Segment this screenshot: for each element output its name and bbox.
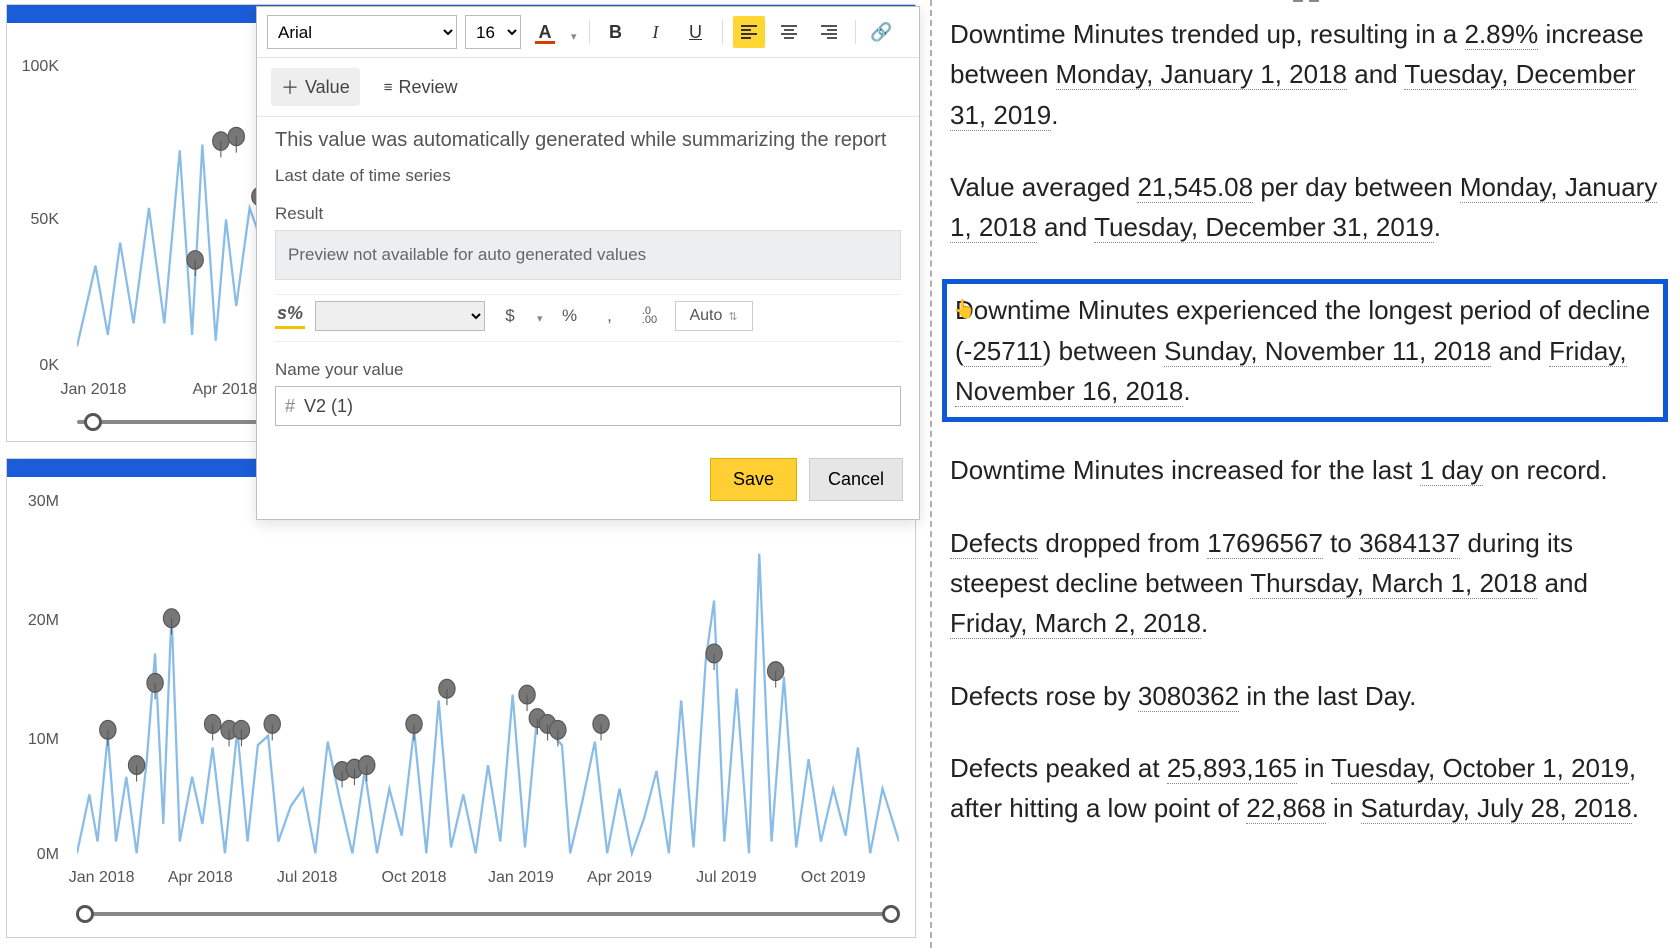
cancel-button[interactable]: Cancel	[809, 458, 903, 501]
value-token[interactable]: 3080362	[1138, 681, 1239, 712]
chevron-down-icon[interactable]: ▾	[535, 312, 545, 325]
slider-handle-right[interactable]	[882, 905, 900, 923]
value-token[interactable]: Thursday, March 1, 2018	[1250, 568, 1537, 599]
y-tick: 100K	[7, 58, 59, 76]
value-token[interactable]: 25,893,165	[1167, 753, 1297, 784]
app-root: 100K 50K 0K	[0, 0, 1680, 948]
save-button[interactable]: Save	[710, 458, 797, 501]
summary-line-selected[interactable]: 👆 Downtime Minutes experienced the longe…	[942, 279, 1668, 422]
dialog-body: This value was automatically generated w…	[257, 117, 919, 444]
align-right-button[interactable]	[813, 16, 845, 48]
value-token[interactable]: Tuesday, December 31, 2019	[1094, 212, 1434, 243]
tab-review-label: Review	[398, 77, 457, 98]
value-token[interactable]: -25711	[964, 336, 1043, 367]
italic-button[interactable]: I	[640, 16, 672, 48]
value-token[interactable]: Tuesday, October 1, 2019	[1331, 753, 1629, 784]
ts-svg-2	[77, 489, 899, 865]
percent-button[interactable]: %	[555, 302, 585, 330]
value-token[interactable]: Friday, March 2, 2018	[950, 608, 1201, 639]
anomaly-dots-2	[100, 609, 784, 788]
time-slider-chart2[interactable]	[77, 903, 899, 923]
summary-line[interactable]: Defects peaked at 25,893,165 in Tuesday,…	[950, 748, 1662, 829]
value-editor-dialog: Arial 16 A ▾ B I U	[256, 6, 920, 520]
tab-value-label: Value	[305, 77, 350, 98]
chart-defects[interactable]: 30M 20M 10M 0M	[6, 458, 916, 938]
x-axis-chart2: Jan 2018 Apr 2018 Jul 2018 Oct 2018 Jan …	[77, 869, 899, 891]
value-token[interactable]: 2.89%	[1465, 19, 1539, 50]
format-row: s% $ ▾ % , .0.00 Auto⇅	[275, 294, 901, 342]
summary-line[interactable]: Defects rose by 3080362 in the last Day.	[950, 676, 1662, 716]
value-token[interactable]: 21,545.08	[1137, 172, 1253, 203]
list-icon: ≡	[384, 79, 393, 96]
value-token[interactable]: Sunday, November 11, 2018	[1164, 336, 1491, 367]
value-token[interactable]: Saturday, July 28, 2018	[1361, 793, 1632, 824]
slider-handle-left[interactable]	[84, 413, 102, 431]
y-tick: 30M	[7, 493, 59, 511]
format-string-select[interactable]	[315, 301, 485, 331]
summary-line[interactable]: Downtime Minutes trended up, resulting i…	[950, 14, 1662, 135]
hash-icon: #	[285, 396, 295, 417]
currency-button[interactable]: $	[495, 302, 525, 330]
x-tick: Apr 2018	[192, 381, 257, 399]
link-button[interactable]: 🔗	[866, 16, 898, 48]
font-family-select[interactable]: Arial	[267, 15, 457, 49]
dialog-buttons: Save Cancel	[257, 444, 919, 519]
thousands-separator-button[interactable]: ,	[595, 302, 625, 330]
decimal-shift-button[interactable]: .0.00	[635, 302, 665, 330]
align-left-button[interactable]	[733, 16, 765, 48]
x-tick: Apr 2019	[587, 869, 652, 887]
font-size-select[interactable]: 16	[465, 15, 521, 49]
cursor-hand-icon: 👆	[953, 296, 975, 324]
report-canvas: 100K 50K 0K	[0, 0, 932, 948]
result-preview: Preview not available for auto generated…	[275, 230, 901, 280]
x-tick: Apr 2018	[168, 869, 233, 887]
y-tick: 20M	[7, 612, 59, 630]
summary-line[interactable]: Downtime Minutes increased for the last …	[950, 450, 1662, 490]
y-tick: 50K	[7, 211, 59, 229]
narrative-pane[interactable]: Downtime Minutes trended up, resulting i…	[932, 0, 1680, 948]
pane-grip-icon[interactable]	[1293, 0, 1319, 4]
x-tick: Jan 2018	[61, 381, 127, 399]
x-tick: Jul 2019	[696, 869, 757, 887]
y-axis-chart2: 30M 20M 10M 0M	[7, 487, 65, 859]
value-token[interactable]: Defects	[950, 528, 1038, 559]
rich-text-toolbar: Arial 16 A ▾ B I U	[257, 7, 919, 58]
summary-line[interactable]: Defects dropped from 17696567 to 3684137…	[950, 523, 1662, 644]
generation-note: This value was automatically generated w…	[275, 129, 901, 152]
dialog-tabs: ＋ Value ≡ Review	[257, 58, 919, 117]
summary-line[interactable]: Value averaged 21,545.08 per day between…	[950, 167, 1662, 248]
y-tick: 0M	[7, 846, 59, 864]
plus-icon: ＋	[281, 74, 299, 100]
measure-indicator-icon: s%	[275, 303, 305, 329]
underline-button[interactable]: U	[680, 16, 712, 48]
x-tick: Jul 2018	[277, 869, 338, 887]
bold-button[interactable]: B	[600, 16, 632, 48]
value-name-input[interactable]	[275, 386, 901, 426]
tab-review[interactable]: ≡ Review	[374, 68, 468, 106]
x-tick: Jan 2018	[69, 869, 135, 887]
x-tick: Oct 2018	[382, 869, 447, 887]
value-token[interactable]: 22,868	[1246, 793, 1326, 824]
font-color-button[interactable]: A	[529, 16, 561, 48]
value-token[interactable]: 1 day	[1420, 455, 1484, 486]
auto-pill[interactable]: Auto⇅	[675, 301, 753, 331]
name-label: Name your value	[275, 360, 901, 380]
y-axis-chart1: 100K 50K 0K	[7, 33, 65, 373]
x-tick: Jan 2019	[488, 869, 554, 887]
y-tick: 10M	[7, 731, 59, 749]
value-token[interactable]: 17696567	[1207, 528, 1323, 559]
chevron-down-icon[interactable]: ▾	[569, 30, 579, 43]
slider-handle-left[interactable]	[76, 905, 94, 923]
y-tick: 0K	[7, 357, 59, 375]
value-description: Last date of time series	[275, 166, 901, 186]
x-tick: Oct 2019	[801, 869, 866, 887]
value-token[interactable]: Monday, January 1, 2018	[1056, 59, 1347, 90]
align-center-button[interactable]	[773, 16, 805, 48]
value-token[interactable]: 3684137	[1359, 528, 1460, 559]
result-label: Result	[275, 204, 901, 224]
tab-value[interactable]: ＋ Value	[271, 68, 360, 106]
plot-area-chart2	[77, 489, 899, 865]
